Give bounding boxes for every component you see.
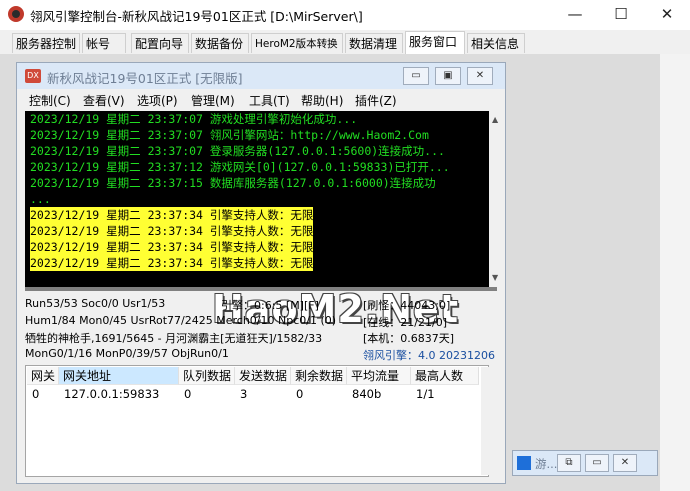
- log-line-highlighted: 2023/12/19 星期二 23:37:34 引擎支持人数：无限: [30, 223, 314, 239]
- child-minimize-button[interactable]: ▭: [403, 67, 429, 85]
- status-refresh: [刷怪：44043;0]: [363, 299, 451, 312]
- menu-tools[interactable]: 工具(T): [249, 92, 290, 109]
- status-local: [本机：0.6837天]: [363, 332, 455, 345]
- status-player: 牺牲的神枪手,1691/5645 - 月河渊霸主[无道狂天]/1582/33: [25, 332, 323, 345]
- right-panel: [660, 54, 690, 491]
- cell-max-users: 1/1: [416, 387, 435, 401]
- tab-account[interactable]: 帐号: [82, 33, 126, 53]
- gateway-table: 网关 网关地址 队列数据 发送数据 剩余数据 平均流量 最高人数 0 127.0…: [25, 365, 489, 477]
- log-scrollbar[interactable]: ▲ ▼: [489, 111, 505, 287]
- column-header-max-users[interactable]: 最高人数: [411, 367, 479, 385]
- main-tab-strip: 服务器控制 帐号 配置向导 数据备份 HeroM2版本转换 数据清理 服务窗口 …: [0, 30, 690, 55]
- child-title-bar: DX 新秋风战记19号01区正式 [无限版] ▭ ▣ ✕: [17, 63, 505, 89]
- status-run: Run53/53 Soc0/0 Usr1/53: [25, 297, 166, 310]
- log-line-highlighted: 2023/12/19 星期二 23:37:34 引擎支持人数：无限: [30, 239, 314, 255]
- menu-plugins[interactable]: 插件(Z): [355, 92, 397, 109]
- main-title-bar: 翎风引擎控制台-新秋风战记19号01区正式 [D:\MirServer\] — …: [0, 0, 690, 28]
- menu-control[interactable]: 控制(C): [29, 92, 71, 109]
- child-maximize-button[interactable]: ▣: [435, 67, 461, 85]
- log-line: ...: [30, 192, 51, 206]
- log-line: 2023/12/19 星期二 23:37:12 游戏网关[0](127.0.0.…: [30, 160, 450, 174]
- dx-app-icon: DX: [25, 69, 41, 83]
- app-logo-icon: [8, 6, 24, 22]
- menu-manage[interactable]: 管理(M): [191, 92, 235, 109]
- menu-options[interactable]: 选项(P): [137, 92, 178, 109]
- cell-avg-traffic: 840b: [352, 387, 382, 401]
- tab-herom2-convert[interactable]: HeroM2版本转换: [251, 33, 343, 53]
- column-header-address[interactable]: 网关地址: [59, 367, 179, 385]
- menu-view[interactable]: 查看(V): [83, 92, 125, 109]
- child-menu-bar: 控制(C) 查看(V) 选项(P) 管理(M) 工具(T) 帮助(H) 插件(Z…: [17, 89, 505, 109]
- child-close-button[interactable]: ✕: [467, 67, 493, 85]
- menu-help[interactable]: 帮助(H): [301, 92, 343, 109]
- log-line: 2023/12/19 星期二 23:37:07 翎风引擎网站：http://ww…: [30, 128, 429, 142]
- column-header-gateway[interactable]: 网关: [27, 367, 59, 385]
- scroll-up-arrow-icon[interactable]: ▲: [492, 115, 498, 124]
- window-title: 翎风引擎控制台-新秋风战记19号01区正式 [D:\MirServer\]: [30, 9, 363, 24]
- cell-sent: 3: [240, 387, 248, 401]
- tab-server-control[interactable]: 服务器控制: [12, 33, 80, 53]
- column-header-queue[interactable]: 队列数据: [179, 367, 235, 385]
- maximize-button[interactable]: ☐: [598, 0, 644, 28]
- mini-close-button[interactable]: ✕: [613, 454, 637, 472]
- cell-queue: 0: [184, 387, 192, 401]
- scroll-down-arrow-icon[interactable]: ▼: [492, 273, 498, 282]
- tab-related-info[interactable]: 相关信息: [467, 33, 525, 53]
- status-mon: MonG0/1/16 MonP0/39/57 ObjRun0/1: [25, 347, 229, 360]
- mini-maximize-button[interactable]: ▭: [585, 454, 609, 472]
- tab-data-cleanup[interactable]: 数据清理: [345, 33, 403, 53]
- log-line: 2023/12/19 星期二 23:37:07 登录服务器(127.0.0.1:…: [30, 144, 445, 158]
- child-window-title: 新秋风战记19号01区正式 [无限版]: [47, 71, 243, 86]
- table-scrollbar[interactable]: [481, 367, 489, 475]
- tab-config-wizard[interactable]: 配置向导: [131, 33, 189, 53]
- status-online: [在线：21/21/0]: [363, 316, 447, 329]
- mini-restore-button[interactable]: ⧉: [557, 454, 581, 472]
- status-engine: 引擎：0:6:5 [M][F]: [221, 299, 319, 312]
- log-line-highlighted: 2023/12/19 星期二 23:37:34 引擎支持人数：无限: [30, 207, 314, 223]
- tab-data-backup[interactable]: 数据备份: [191, 33, 249, 53]
- log-console[interactable]: 2023/12/19 星期二 23:37:07 游戏处理引擎初始化成功... 2…: [25, 111, 505, 287]
- log-line: 2023/12/19 星期二 23:37:07 游戏处理引擎初始化成功...: [30, 112, 358, 126]
- cell-remaining: 0: [296, 387, 304, 401]
- column-header-remaining[interactable]: 剩余数据: [291, 367, 347, 385]
- minimize-button[interactable]: —: [552, 0, 598, 28]
- minimized-window-title: 游...: [535, 457, 558, 471]
- window-app-icon: [517, 456, 531, 470]
- column-header-sent[interactable]: 发送数据: [235, 367, 291, 385]
- status-hum: Hum1/84 Mon0/45 UsrRot77/2425 Merch0/10 …: [25, 314, 337, 327]
- cell-gateway: 0: [32, 387, 40, 401]
- status-version: 翎风引擎：4.0 20231206: [363, 349, 495, 362]
- close-button[interactable]: ✕: [644, 0, 690, 28]
- log-line-highlighted: 2023/12/19 星期二 23:37:34 引擎支持人数：无限: [30, 255, 314, 271]
- tab-service-window[interactable]: 服务窗口: [405, 31, 465, 54]
- log-line: 2023/12/19 星期二 23:37:15 数据库服务器(127.0.0.1…: [30, 176, 436, 190]
- cell-address: 127.0.0.1:59833: [64, 387, 160, 401]
- service-child-window: DX 新秋风战记19号01区正式 [无限版] ▭ ▣ ✕ 控制(C) 查看(V)…: [16, 62, 506, 484]
- minimized-window[interactable]: 游... ⧉ ▭ ✕: [512, 450, 658, 476]
- column-header-avg-traffic[interactable]: 平均流量: [347, 367, 411, 385]
